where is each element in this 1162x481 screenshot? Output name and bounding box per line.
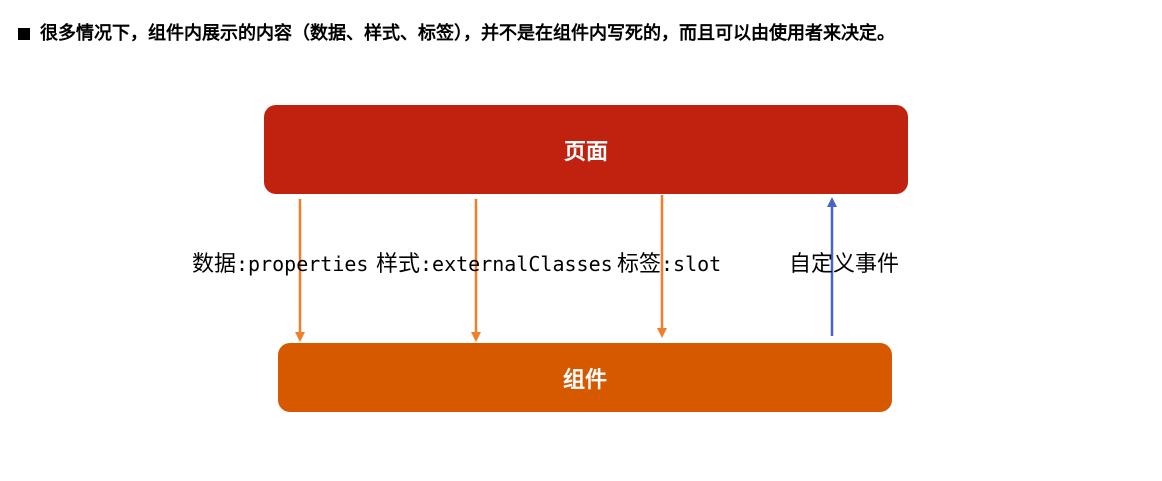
external-classes-label-suffix: :externalClasses bbox=[420, 252, 613, 276]
properties-label: 数据:properties bbox=[192, 247, 368, 282]
properties-label-prefix: 数据 bbox=[192, 252, 237, 277]
slot-label-suffix: :slot bbox=[661, 252, 722, 276]
external-classes-label: 样式:externalClasses bbox=[376, 247, 613, 282]
custom-event-label-prefix: 自定义事件 bbox=[789, 252, 900, 277]
properties-label-suffix: :properties bbox=[236, 252, 369, 276]
slot-label-prefix: 标签 bbox=[617, 252, 662, 277]
arrows bbox=[295, 195, 837, 342]
custom-event-label: 自定义事件 bbox=[789, 247, 899, 282]
external-classes-label-prefix: 样式 bbox=[376, 252, 421, 277]
slot-label: 标签:slot bbox=[617, 247, 721, 282]
